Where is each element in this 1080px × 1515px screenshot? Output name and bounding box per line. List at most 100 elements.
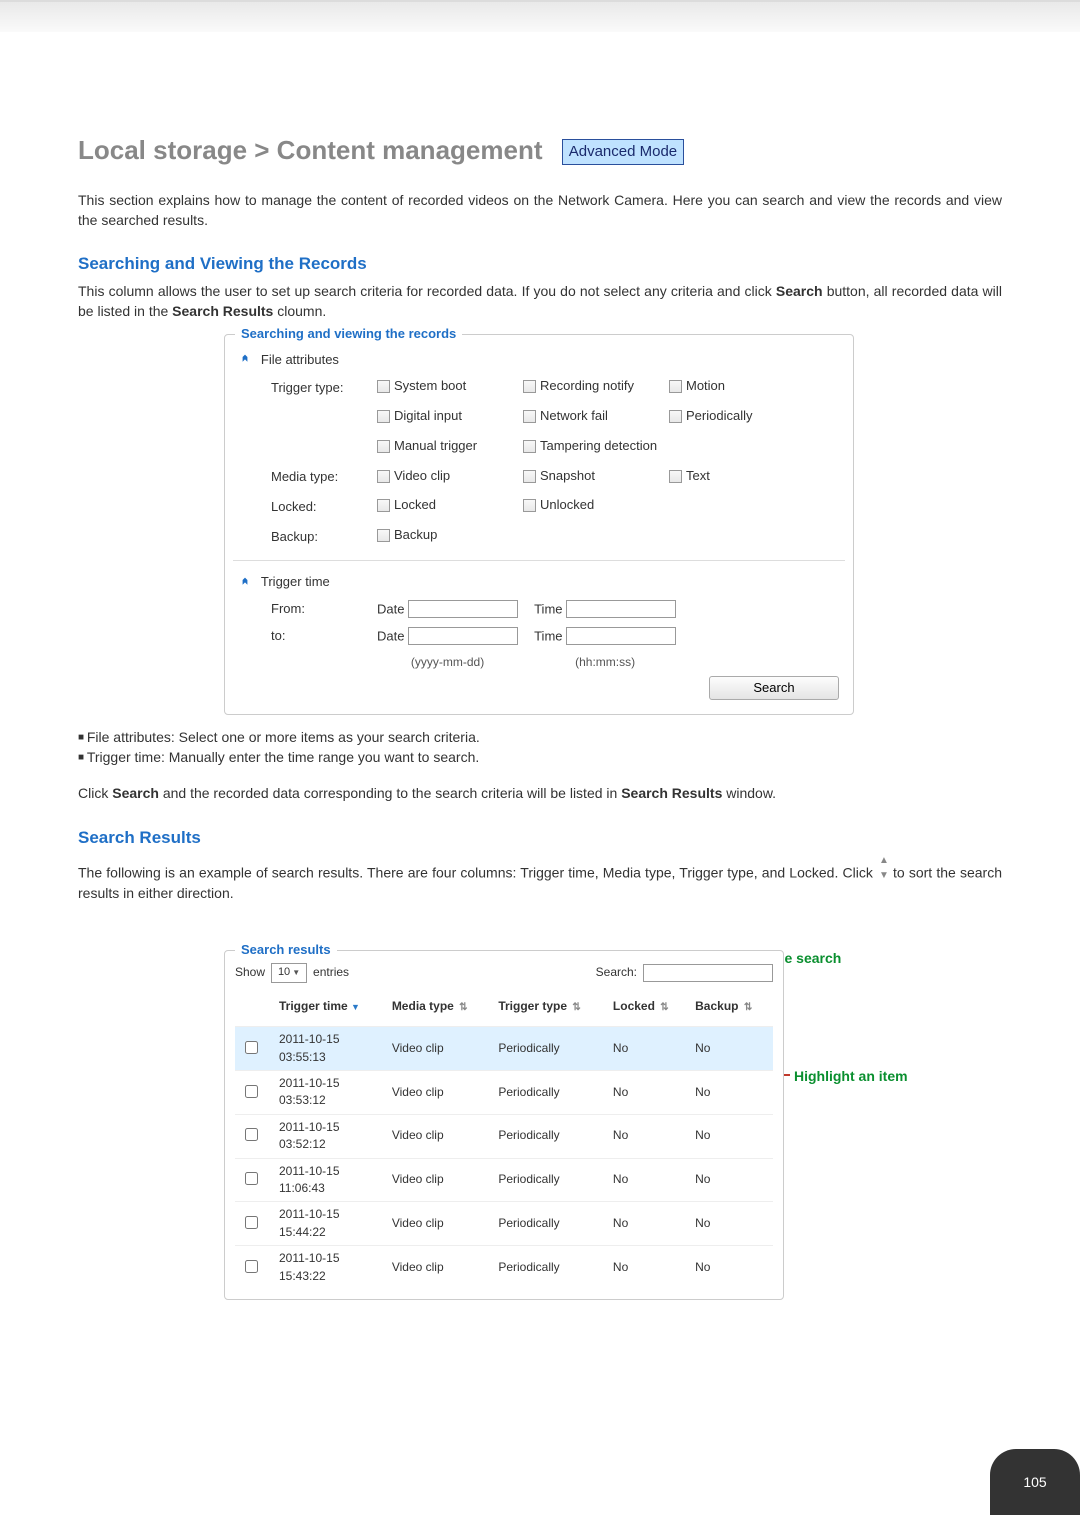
chk-manual-trigger[interactable]: Manual trigger: [377, 437, 507, 456]
t: This column allows the user to set up se…: [78, 283, 776, 299]
chk-video-clip[interactable]: Video clip: [377, 467, 507, 486]
chk-recording-notify[interactable]: Recording notify: [523, 377, 653, 396]
sort-icon: ⇅: [744, 1001, 752, 1016]
media-type-label: Media type:: [263, 463, 369, 493]
l: Digital input: [394, 407, 462, 426]
top-gradient: [0, 2, 1080, 32]
cell-media-type: Video clip: [386, 1246, 493, 1289]
chk-digital-input[interactable]: Digital input: [377, 407, 507, 426]
cell-locked: No: [607, 1246, 689, 1289]
page-number: 105: [990, 1449, 1080, 1515]
entries-select[interactable]: 10 ▼: [271, 963, 307, 983]
from-date-input[interactable]: [408, 600, 518, 618]
l: Network fail: [540, 407, 608, 426]
search-results-heading: Search Results: [78, 826, 1002, 851]
checkbox-icon: [377, 380, 390, 393]
cell-locked: No: [607, 1114, 689, 1158]
table-row[interactable]: 2011-10-1515:44:22Video clipPeriodically…: [235, 1202, 773, 1246]
search-label: Search:: [596, 964, 637, 981]
backup-label: Backup:: [263, 522, 369, 552]
cell-backup: No: [689, 1027, 773, 1071]
filter-input[interactable]: [643, 964, 773, 982]
l: Video clip: [394, 467, 450, 486]
col-trigger-type[interactable]: Trigger type ⇅: [492, 987, 607, 1027]
results-panel-title: Search results: [235, 941, 337, 960]
time-label: Time: [534, 601, 562, 616]
chk-motion[interactable]: Motion: [669, 377, 799, 396]
cell-backup: No: [689, 1202, 773, 1246]
entries-value: 10: [278, 965, 290, 981]
row-checkbox[interactable]: [245, 1260, 258, 1273]
checkbox-icon: [523, 410, 536, 423]
search-panel: Searching and viewing the records File a…: [224, 334, 854, 715]
checkbox-icon: [377, 470, 390, 483]
chk-network-fail[interactable]: Network fail: [523, 407, 653, 426]
chk-system-boot[interactable]: System boot: [377, 377, 507, 396]
cell-locked: No: [607, 1202, 689, 1246]
chk-text[interactable]: Text: [669, 467, 799, 486]
checkbox-icon: [669, 380, 682, 393]
trigger-time-group-toggle[interactable]: Trigger time: [239, 571, 839, 592]
col-media-type[interactable]: Media type ⇅: [386, 987, 493, 1027]
cell-media-type: Video clip: [386, 1027, 493, 1071]
search-button[interactable]: Search: [709, 676, 839, 700]
checkbox-icon: [377, 499, 390, 512]
table-row[interactable]: 2011-10-1503:55:13Video clipPeriodically…: [235, 1027, 773, 1071]
l: Trigger type: [498, 999, 567, 1013]
l: Media type: [392, 999, 454, 1013]
t: and the recorded data corresponding to t…: [163, 785, 621, 801]
to-date-input[interactable]: [408, 627, 518, 645]
cell-trigger-time: 2011-10-1515:43:22: [273, 1246, 386, 1289]
trigger-time-label: Trigger time: [261, 574, 330, 589]
cell-locked: No: [607, 1070, 689, 1114]
table-row[interactable]: 2011-10-1515:43:22Video clipPeriodically…: [235, 1246, 773, 1289]
row-checkbox[interactable]: [245, 1128, 258, 1141]
l: Manual trigger: [394, 437, 477, 456]
chk-backup[interactable]: Backup: [377, 526, 507, 545]
table-row[interactable]: 2011-10-1503:52:12Video clipPeriodically…: [235, 1114, 773, 1158]
row-checkbox[interactable]: [245, 1085, 258, 1098]
cell-locked: No: [607, 1158, 689, 1202]
checkbox-icon: [523, 499, 536, 512]
table-row[interactable]: 2011-10-1511:06:43Video clipPeriodically…: [235, 1158, 773, 1202]
file-attributes-group-toggle[interactable]: File attributes: [239, 349, 839, 370]
col-trigger-time[interactable]: Trigger time ▼: [273, 987, 386, 1027]
results-area: Numbers of entries displayed on one page…: [224, 950, 1002, 1300]
t: Search Results: [621, 785, 722, 801]
chk-unlocked[interactable]: Unlocked: [523, 496, 653, 515]
sort-icon: ⇅: [660, 1001, 668, 1016]
t: Click: [78, 785, 112, 801]
table-row[interactable]: 2011-10-1503:53:12Video clipPeriodically…: [235, 1070, 773, 1114]
from-time-input[interactable]: [566, 600, 676, 618]
l: System boot: [394, 377, 466, 396]
chk-periodically[interactable]: Periodically: [669, 407, 799, 426]
to-time-input[interactable]: [566, 627, 676, 645]
chk-locked[interactable]: Locked: [377, 496, 507, 515]
l: Locked: [394, 496, 436, 515]
divider: [233, 560, 845, 561]
cell-backup: No: [689, 1070, 773, 1114]
advanced-mode-badge: Advanced Mode: [562, 139, 684, 165]
row-checkbox[interactable]: [245, 1172, 258, 1185]
results-panel: Search results Show 10 ▼ entries Search:…: [224, 950, 784, 1300]
row-checkbox[interactable]: [245, 1216, 258, 1229]
col-locked[interactable]: Locked ⇅: [607, 987, 689, 1027]
l: Recording notify: [540, 377, 634, 396]
l: Backup: [394, 526, 437, 545]
cell-trigger-type: Periodically: [492, 1070, 607, 1114]
col-backup[interactable]: Backup ⇅: [689, 987, 773, 1027]
cell-trigger-time: 2011-10-1503:53:12: [273, 1070, 386, 1114]
cell-locked: No: [607, 1027, 689, 1071]
cell-trigger-time: 2011-10-1503:52:12: [273, 1114, 386, 1158]
searching-desc: This column allows the user to set up se…: [78, 281, 1002, 322]
chevron-down-icon: [239, 574, 251, 591]
locked-label: Locked:: [263, 492, 369, 522]
search-panel-title: Searching and viewing the records: [235, 325, 462, 344]
chevron-down-icon: [239, 351, 251, 368]
l: Periodically: [686, 407, 752, 426]
chk-tampering-detection[interactable]: Tampering detection: [523, 437, 657, 456]
cell-media-type: Video clip: [386, 1070, 493, 1114]
cell-trigger-type: Periodically: [492, 1246, 607, 1289]
row-checkbox[interactable]: [245, 1041, 258, 1054]
chk-snapshot[interactable]: Snapshot: [523, 467, 653, 486]
